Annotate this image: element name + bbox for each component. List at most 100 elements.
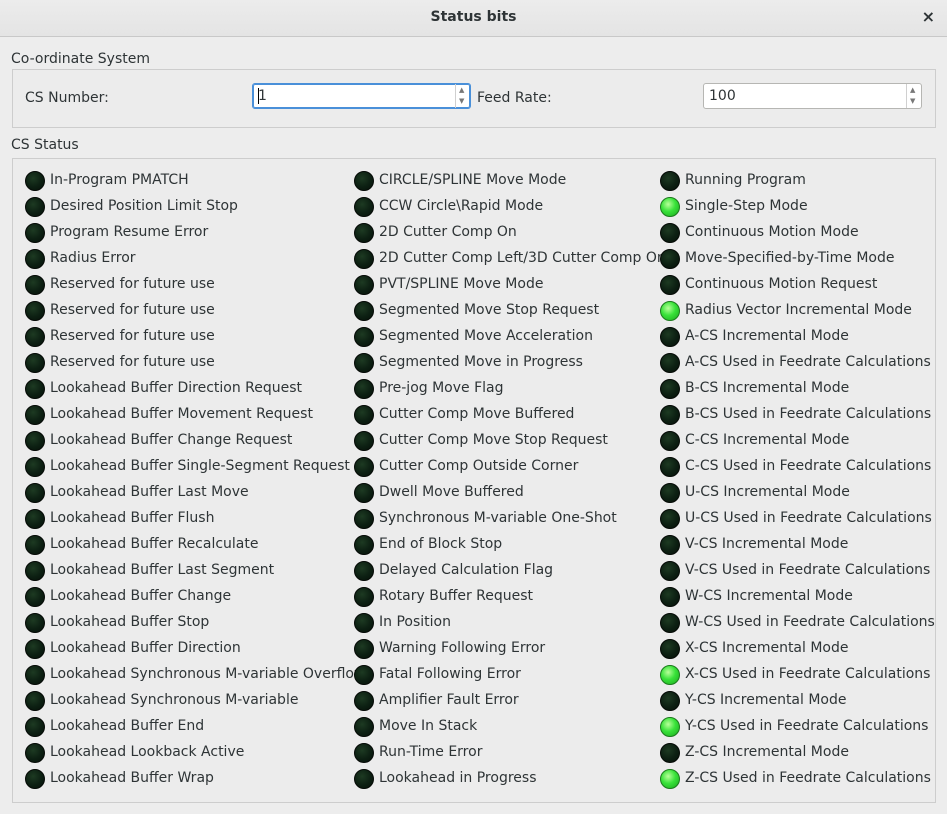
- led-off-icon: [25, 249, 45, 269]
- led-off-icon: [354, 639, 374, 659]
- feed-rate-stepper[interactable]: ▲ ▼: [906, 84, 921, 108]
- status-bit-label: Lookahead Buffer Flush: [50, 510, 215, 526]
- led-on-icon: [660, 665, 680, 685]
- status-bit-label: B-CS Incremental Mode: [685, 380, 850, 396]
- cs-number-value[interactable]: 1: [258, 88, 267, 104]
- led-off-icon: [25, 223, 45, 243]
- led-off-icon: [660, 483, 680, 503]
- led-off-icon: [354, 197, 374, 217]
- status-bit-label: A-CS Incremental Mode: [685, 328, 849, 344]
- feed-rate-spinbox[interactable]: 100 ▲ ▼: [703, 83, 922, 109]
- feed-rate-label: Feed Rate:: [477, 90, 552, 106]
- led-off-icon: [660, 535, 680, 555]
- led-off-icon: [354, 483, 374, 503]
- status-bit-label: Segmented Move Acceleration: [379, 328, 593, 344]
- spin-down-icon[interactable]: ▼: [459, 98, 464, 105]
- status-bit-label: Dwell Move Buffered: [379, 484, 524, 500]
- status-bit-label: End of Block Stop: [379, 536, 503, 552]
- led-off-icon: [660, 743, 680, 763]
- close-icon[interactable]: ×: [922, 8, 935, 26]
- status-bit-label: Segmented Move in Progress: [379, 354, 583, 370]
- spin-up-icon[interactable]: ▲: [910, 87, 915, 94]
- status-bit-label: Y-CS Incremental Mode: [685, 692, 847, 708]
- status-bit-label: 2D Cutter Comp Left/3D Cutter Comp On: [379, 250, 666, 266]
- led-off-icon: [660, 561, 680, 581]
- spin-down-icon[interactable]: ▼: [910, 98, 915, 105]
- status-bit-label: C-CS Used in Feedrate Calculations: [685, 458, 932, 474]
- led-off-icon: [660, 275, 680, 295]
- led-off-icon: [25, 327, 45, 347]
- cs-number-spinbox[interactable]: 1 ▲ ▼: [252, 83, 471, 109]
- status-bit-label: Lookahead Lookback Active: [50, 744, 245, 760]
- title-bar: Status bits ×: [0, 0, 947, 37]
- led-off-icon: [660, 327, 680, 347]
- status-bit-label: B-CS Used in Feedrate Calculations: [685, 406, 932, 422]
- status-bit-label: Z-CS Used in Feedrate Calculations: [685, 770, 931, 786]
- status-bit-label: CIRCLE/SPLINE Move Mode: [379, 172, 567, 188]
- status-bit-label: Single-Step Mode: [685, 198, 808, 214]
- led-off-icon: [354, 379, 374, 399]
- status-bit-label: Running Program: [685, 172, 806, 188]
- led-off-icon: [25, 769, 45, 789]
- status-bit-label: W-CS Incremental Mode: [685, 588, 853, 604]
- led-off-icon: [660, 431, 680, 451]
- status-bit-label: Synchronous M-variable One-Shot: [379, 510, 617, 526]
- led-off-icon: [354, 431, 374, 451]
- status-bit-label: Lookahead Buffer Direction Request: [50, 380, 303, 396]
- status-bit-label: X-CS Incremental Mode: [685, 640, 849, 656]
- status-bit-label: Cutter Comp Move Buffered: [379, 406, 575, 422]
- led-off-icon: [354, 587, 374, 607]
- status-bit-label: Lookahead Buffer Recalculate: [50, 536, 259, 552]
- led-off-icon: [354, 353, 374, 373]
- led-off-icon: [25, 431, 45, 451]
- status-bit-label: Lookahead Buffer Movement Request: [50, 406, 313, 422]
- led-off-icon: [25, 509, 45, 529]
- led-off-icon: [660, 379, 680, 399]
- status-bit-label: X-CS Used in Feedrate Calculations: [685, 666, 931, 682]
- led-off-icon: [354, 769, 374, 789]
- status-bit-label: W-CS Used in Feedrate Calculations: [685, 614, 935, 630]
- led-off-icon: [660, 353, 680, 373]
- led-off-icon: [25, 743, 45, 763]
- status-bit-label: U-CS Incremental Mode: [685, 484, 850, 500]
- status-bit-label: Lookahead Buffer End: [50, 718, 205, 734]
- status-bit-label: Lookahead Buffer Change: [50, 588, 232, 604]
- led-off-icon: [25, 587, 45, 607]
- status-bit-label: U-CS Used in Feedrate Calculations: [685, 510, 932, 526]
- led-off-icon: [354, 249, 374, 269]
- spin-up-icon[interactable]: ▲: [459, 87, 464, 94]
- led-on-icon: [660, 197, 680, 217]
- status-bit-label: Radius Vector Incremental Mode: [685, 302, 912, 318]
- led-off-icon: [25, 197, 45, 217]
- led-off-icon: [25, 691, 45, 711]
- led-off-icon: [354, 301, 374, 321]
- status-bit-label: Lookahead Buffer Last Segment: [50, 562, 275, 578]
- cs-number-label: CS Number:: [25, 90, 109, 106]
- led-off-icon: [25, 301, 45, 321]
- led-off-icon: [660, 249, 680, 269]
- status-bit-label: Delayed Calculation Flag: [379, 562, 554, 578]
- led-off-icon: [354, 327, 374, 347]
- status-bit-label: Lookahead in Progress: [379, 770, 537, 786]
- status-bit-label: Continuous Motion Request: [685, 276, 878, 292]
- led-off-icon: [660, 223, 680, 243]
- cs-number-stepper[interactable]: ▲ ▼: [455, 84, 470, 108]
- status-bit-label: CCW Circle\Rapid Mode: [379, 198, 544, 214]
- led-off-icon: [660, 171, 680, 191]
- status-bit-label: Move In Stack: [379, 718, 478, 734]
- led-off-icon: [354, 743, 374, 763]
- status-bit-label: Reserved for future use: [50, 354, 215, 370]
- led-off-icon: [354, 457, 374, 477]
- status-bit-label: Program Resume Error: [50, 224, 209, 240]
- status-bit-label: Lookahead Synchronous M-variable: [50, 692, 299, 708]
- led-off-icon: [354, 535, 374, 555]
- led-off-icon: [354, 691, 374, 711]
- led-off-icon: [25, 275, 45, 295]
- status-bit-label: Continuous Motion Mode: [685, 224, 859, 240]
- led-off-icon: [25, 665, 45, 685]
- led-off-icon: [25, 639, 45, 659]
- led-off-icon: [354, 717, 374, 737]
- feed-rate-value[interactable]: 100: [709, 88, 736, 104]
- led-off-icon: [25, 535, 45, 555]
- led-off-icon: [25, 171, 45, 191]
